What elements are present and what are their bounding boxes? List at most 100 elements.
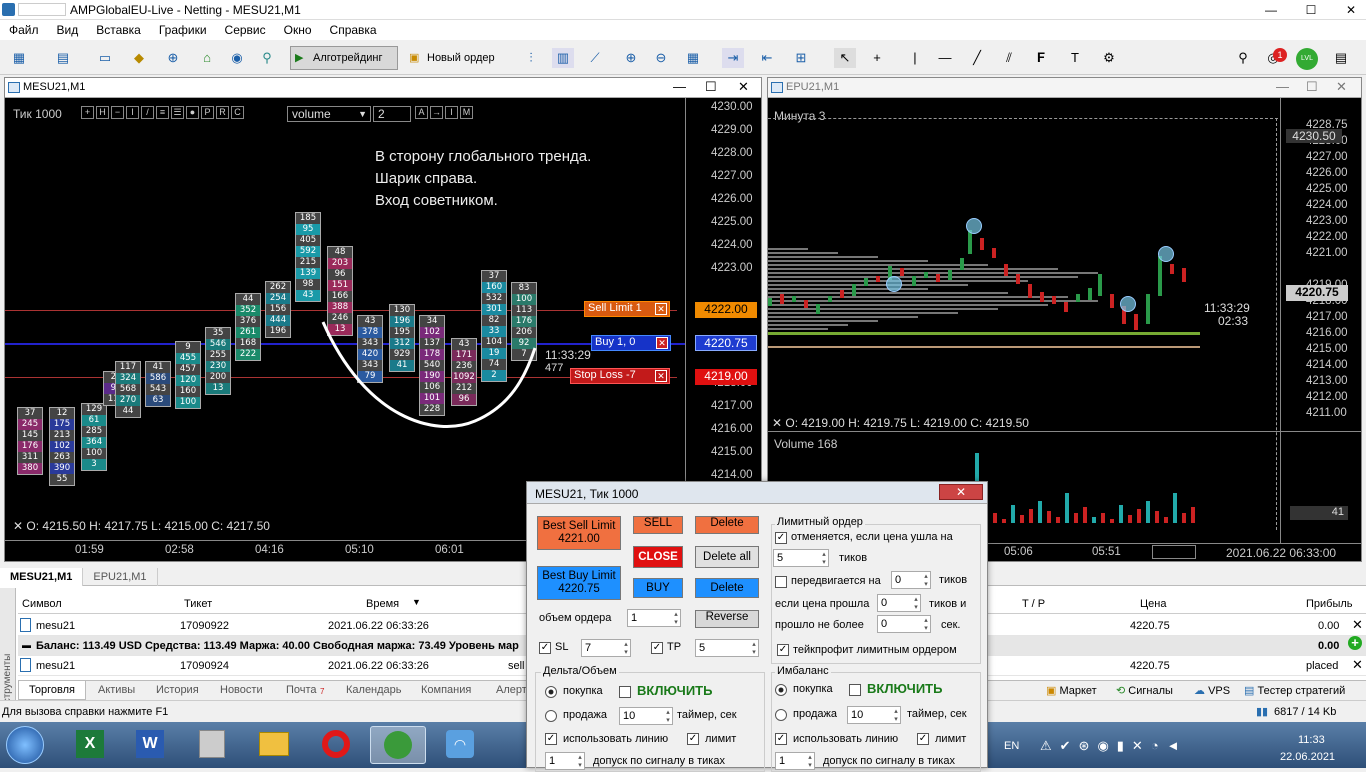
imb-tolerance-input[interactable]: 1 — [775, 752, 815, 770]
word-taskbar-icon[interactable]: W — [122, 726, 178, 764]
chart2-minimize-icon[interactable]: — — [1276, 79, 1289, 94]
chart1-close-icon[interactable]: ✕ — [738, 79, 749, 95]
delete-buy-button[interactable]: Delete — [695, 578, 759, 598]
buy-position-tag[interactable]: Buy 1, 0 ✕ — [591, 335, 671, 351]
tab-company[interactable]: Компания — [421, 684, 471, 696]
menu-charts[interactable]: Графики — [150, 20, 216, 40]
tester-link[interactable]: ▤ Тестер стратегий — [1244, 684, 1345, 697]
text-icon[interactable]: T — [1064, 48, 1086, 68]
delete-all-button[interactable]: Delete all — [695, 546, 759, 568]
signals-icon[interactable]: ▤ — [1330, 48, 1352, 68]
close-order-icon[interactable]: ✕ — [1352, 657, 1363, 673]
algo-trading-button[interactable]: ▶ Алготрейдинг — [290, 46, 398, 70]
dialog-close-icon[interactable]: ✕ — [939, 484, 983, 500]
language-indicator[interactable]: EN — [1004, 740, 1019, 752]
tab-mesu21[interactable]: MESU21,M1 — [0, 568, 84, 586]
chart1-minimize-icon[interactable]: — — [673, 79, 686, 94]
search-icon[interactable]: ⚲ — [1232, 48, 1254, 68]
sell-limit-tag[interactable]: Sell Limit 1 ✕ — [584, 301, 670, 317]
strategy-icon[interactable]: ⌂ — [196, 48, 218, 68]
channel-icon[interactable]: ⫽ — [998, 48, 1020, 68]
opera-taskbar-icon[interactable] — [308, 726, 364, 764]
profiles-icon[interactable]: ▤ — [52, 48, 74, 68]
not-more-input[interactable]: 0 — [877, 615, 931, 633]
tab-calendar[interactable]: Календарь — [346, 684, 402, 696]
signals-link[interactable]: ⟲ Сигналы — [1116, 684, 1173, 697]
market-link[interactable]: ▣ Маркет — [1046, 684, 1097, 697]
sell-button[interactable]: SELL — [633, 516, 683, 534]
tile-windows-icon[interactable]: ▦ — [682, 48, 704, 68]
tab-epu21[interactable]: EPU21,M1 — [83, 568, 158, 586]
col-symbol[interactable]: Символ — [22, 598, 62, 610]
tp-input[interactable]: 5 — [695, 639, 759, 657]
chart-shift-icon[interactable]: ⇤ — [756, 48, 778, 68]
sell-radio[interactable] — [545, 710, 557, 722]
chart2-close-icon[interactable]: ✕ — [1336, 79, 1347, 95]
candle-chart-icon[interactable]: ▥ — [552, 48, 574, 68]
timer-input[interactable]: 10 — [619, 707, 673, 725]
col-price[interactable]: Цена — [1140, 598, 1166, 610]
shapes-icon[interactable]: ⚙ — [1098, 48, 1120, 68]
sell-limit-close-icon[interactable]: ✕ — [655, 303, 667, 315]
volume-input[interactable]: 1 — [627, 609, 681, 627]
menu-tools[interactable]: Сервис — [216, 20, 275, 40]
network-taskbar-icon[interactable]: ◠ — [432, 726, 488, 764]
new-order-button[interactable]: ▣ Новый ордер — [404, 46, 504, 70]
tab-news[interactable]: Новости — [220, 684, 263, 696]
crosshair-icon[interactable]: + — [866, 48, 888, 68]
menu-file[interactable]: Файл — [0, 20, 48, 40]
imb-timer-input[interactable]: 10 — [847, 706, 901, 724]
menu-view[interactable]: Вид — [48, 20, 88, 40]
terminal-icon[interactable]: ◉ — [226, 48, 248, 68]
tp-checkbox[interactable]: ✓ — [651, 642, 663, 654]
metatrader-taskbar-icon[interactable] — [370, 726, 426, 764]
delete-sell-button[interactable]: Delete — [695, 516, 759, 534]
close-button[interactable]: CLOSE — [633, 546, 683, 568]
buy-button[interactable]: BUY — [633, 578, 683, 598]
fibo-icon[interactable]: 𝐅 — [1030, 48, 1052, 68]
best-sell-limit-button[interactable]: Best Sell Limit 4221.00 — [537, 516, 621, 550]
maximize-icon[interactable]: ☐ — [1296, 0, 1326, 20]
buy-radio[interactable] — [545, 686, 557, 698]
cursor-icon[interactable]: ↖ — [834, 48, 856, 68]
trendline-icon[interactable]: ╱ — [966, 48, 988, 68]
explorer-taskbar-icon[interactable] — [246, 726, 302, 764]
start-button[interactable] — [6, 726, 44, 764]
move-checkbox[interactable] — [775, 576, 787, 588]
tp-limit-checkbox[interactable]: ✓ — [777, 644, 789, 656]
line-chart-icon[interactable]: ⟋ — [584, 48, 606, 68]
chart2-maximize-icon[interactable]: ☐ — [1306, 79, 1318, 95]
tab-alerts[interactable]: Алерт — [496, 684, 527, 696]
tab-history[interactable]: История — [156, 684, 199, 696]
close-position-icon[interactable]: ✕ — [1352, 617, 1363, 633]
imb-use-line-checkbox[interactable]: ✓ — [775, 733, 787, 745]
minimize-icon[interactable]: — — [1256, 0, 1286, 20]
tester-icon[interactable]: ⚲ — [256, 48, 278, 68]
enable-checkbox[interactable] — [619, 686, 631, 698]
use-line-checkbox[interactable]: ✓ — [545, 733, 557, 745]
new-chart-icon[interactable]: ▦ — [8, 48, 30, 68]
col-profit[interactable]: Прибыль — [1306, 598, 1353, 610]
zoom-in-icon[interactable]: ⊕ — [620, 48, 642, 68]
navigator-icon[interactable]: ▭ — [94, 48, 116, 68]
imb-sell-radio[interactable] — [775, 709, 787, 721]
buy-close-icon[interactable]: ✕ — [656, 337, 668, 349]
vps-link[interactable]: ☁ VPS — [1194, 684, 1230, 697]
market-icon[interactable]: ◆ — [128, 48, 150, 68]
horizontal-line-icon[interactable]: — — [934, 48, 956, 68]
tab-trade[interactable]: Торговля — [18, 681, 86, 700]
tray-icons[interactable]: ⚠✔⊛◉▮✕◔◄ — [1040, 738, 1188, 754]
auto-scroll-icon[interactable]: ⇥ — [722, 48, 744, 68]
menu-help[interactable]: Справка — [321, 20, 386, 40]
calculator-taskbar-icon[interactable] — [184, 726, 240, 764]
tolerance-input[interactable]: 1 — [545, 752, 585, 770]
col-time[interactable]: Время — [366, 598, 399, 610]
sl-checkbox[interactable]: ✓ — [539, 642, 551, 654]
vertical-line-icon[interactable]: | — [904, 48, 926, 68]
imb-enable-checkbox[interactable] — [849, 684, 861, 696]
imb-limit-checkbox[interactable]: ✓ — [917, 733, 929, 745]
stop-loss-close-icon[interactable]: ✕ — [655, 370, 667, 382]
tab-mail[interactable]: Почта — [286, 684, 317, 696]
level-icon[interactable]: LVL — [1296, 48, 1318, 70]
move-ticks-input[interactable]: 0 — [891, 571, 931, 589]
